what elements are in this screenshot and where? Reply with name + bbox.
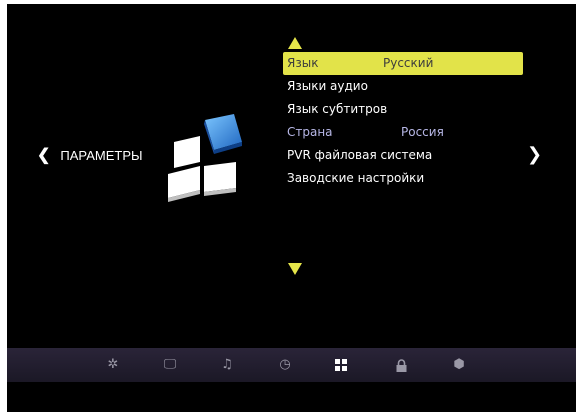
menu-item-country[interactable]: Страна Россия (283, 121, 523, 144)
menu-item-value: Русский (383, 56, 434, 70)
category-title: ПАРАМЕТРЫ (60, 148, 143, 163)
settings-gear-icon[interactable]: ✲ (105, 357, 121, 373)
category-bar: ✲ 🖵 ♫ ◷ ⬢ (7, 348, 576, 382)
menu-item-subtitle-language[interactable]: Язык субтитров (283, 98, 523, 121)
grid-icon[interactable] (333, 357, 349, 373)
menu-item-label: Страна (287, 125, 333, 139)
nav-previous-category[interactable]: ❮ ПАРАМЕТРЫ (37, 146, 143, 166)
menu-item-pvr-filesystem[interactable]: PVR файловая система (283, 144, 523, 167)
scroll-up-arrow-icon[interactable] (288, 37, 302, 49)
menu-item-label: PVR файловая система (287, 148, 433, 162)
menu-item-factory-settings[interactable]: Заводские настройки (283, 167, 523, 190)
menu-item-label: Языки аудио (287, 79, 368, 93)
menu-item-label: Язык (287, 56, 319, 70)
scroll-down-arrow-icon[interactable] (288, 263, 302, 275)
menu-item-label: Язык субтитров (287, 102, 388, 116)
settings-cube-icon (168, 114, 242, 202)
lock-icon[interactable] (393, 357, 409, 373)
chevron-right-icon[interactable]: ❯ (527, 144, 542, 165)
box-icon[interactable]: ⬢ (451, 357, 467, 373)
settings-menu: Язык Русский Языки аудио Язык субтитров … (283, 52, 523, 190)
music-note-icon[interactable]: ♫ (219, 357, 235, 373)
lock-icon-shape (396, 358, 406, 372)
menu-item-audio-languages[interactable]: Языки аудио (283, 75, 523, 98)
chevron-left-icon: ❮ (37, 147, 51, 164)
tv-screen: Язык Русский Языки аудио Язык субтитров … (7, 4, 576, 412)
menu-item-language[interactable]: Язык Русский (283, 52, 523, 75)
menu-item-value: Россия (401, 125, 444, 139)
menu-item-label: Заводские настройки (287, 171, 425, 185)
monitor-icon[interactable]: 🖵 (162, 357, 178, 373)
grid-icon-shape (335, 359, 347, 371)
clock-icon[interactable]: ◷ (277, 357, 293, 373)
